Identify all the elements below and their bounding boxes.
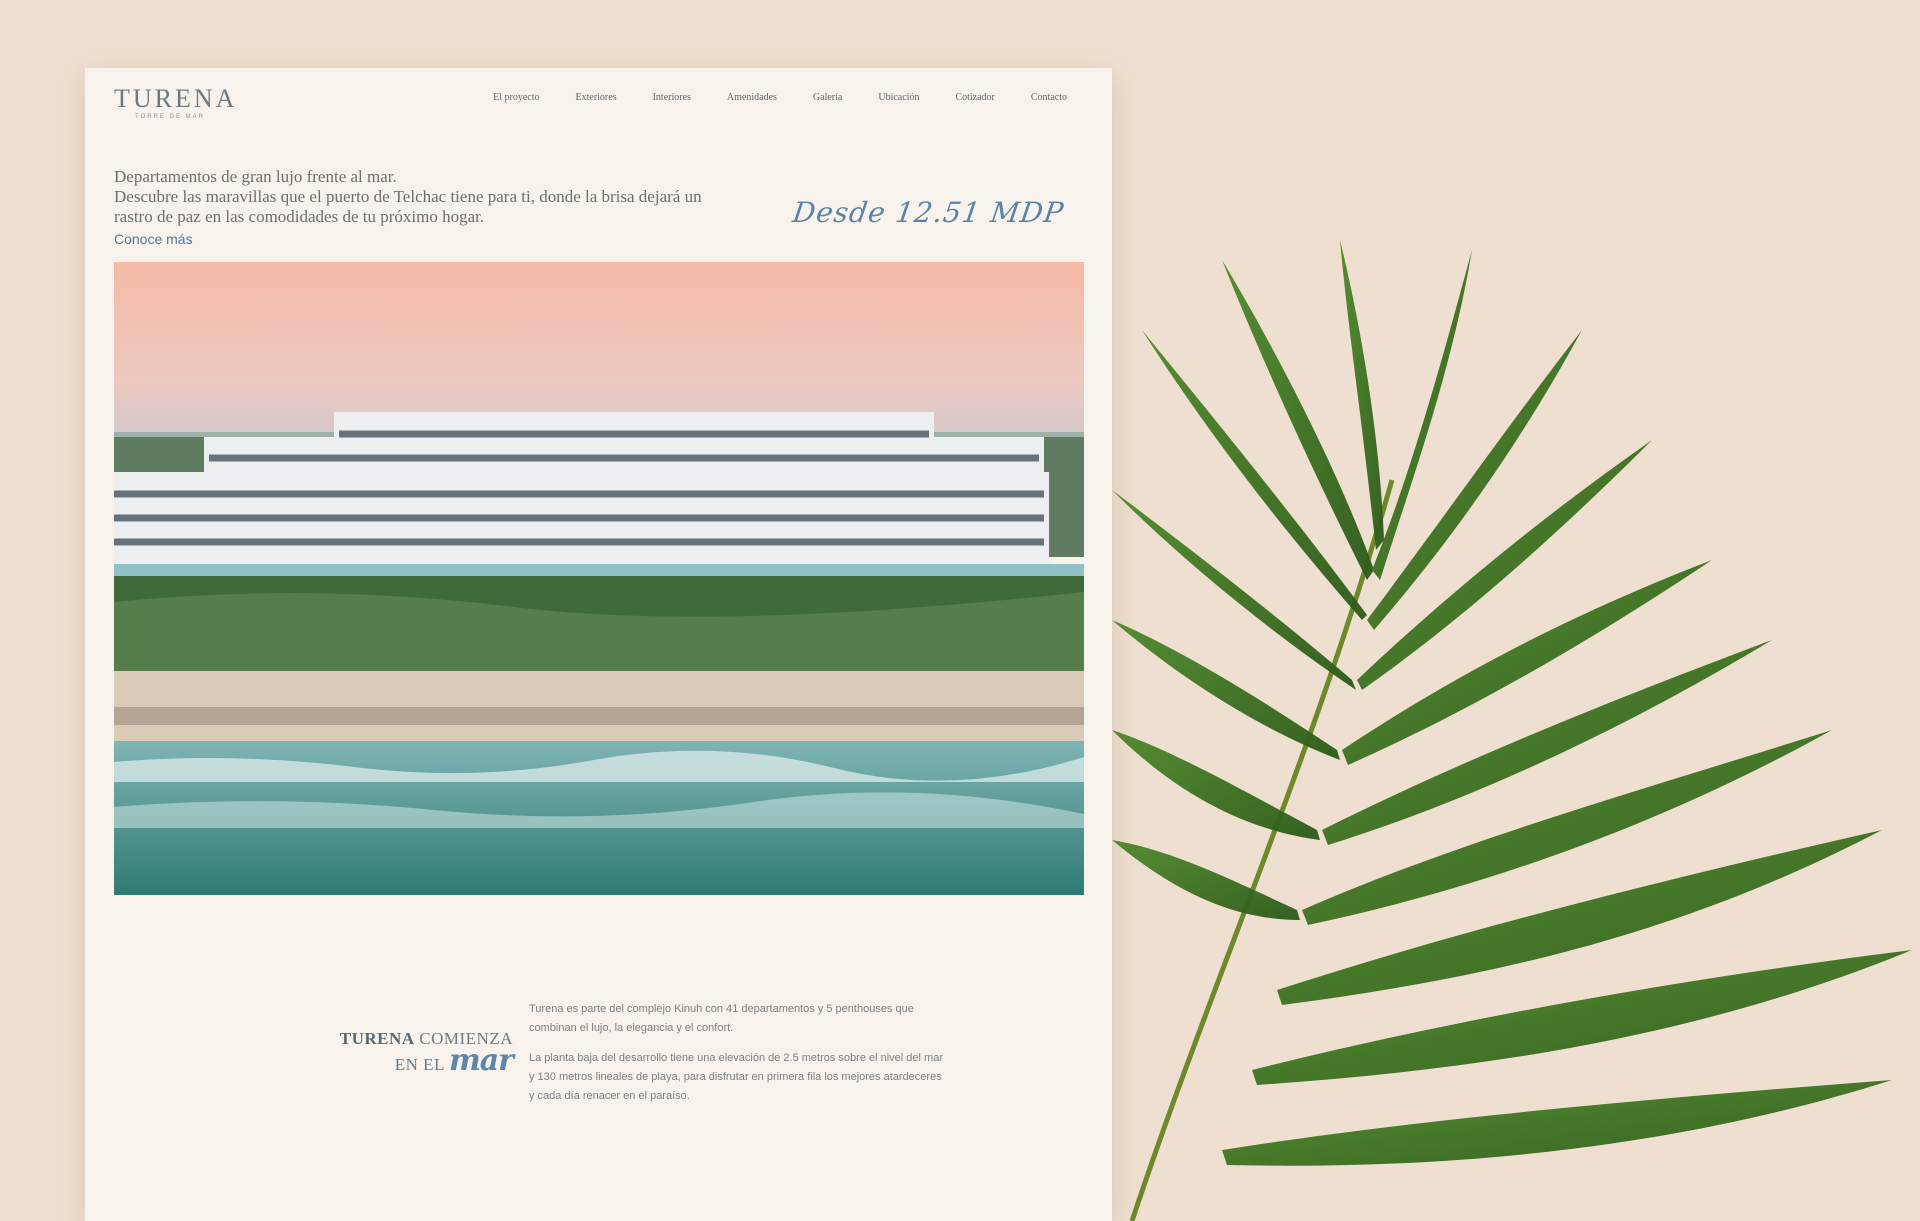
price-tag: Desde 12.51 MDP: [790, 196, 1067, 229]
section-title-script: mar: [449, 1043, 514, 1078]
section-body: Turena es parte del complejo Kinuh con 4…: [529, 1000, 949, 1106]
nav-item-cotizador[interactable]: Cotizador: [955, 92, 994, 103]
logo[interactable]: TURENA TORRE DE MAR: [114, 84, 238, 120]
section-paragraph-2: La planta baja del desarrollo tiene una …: [529, 1052, 943, 1102]
logo-wordmark: TURENA: [114, 84, 238, 113]
nav-item-amenidades[interactable]: Amenidades: [727, 92, 777, 103]
palm-leaf-decoration: [1112, 240, 1912, 1221]
section-title: TURENA COMIENZA EN EL mar: [285, 1028, 514, 1076]
main-nav: El proyecto Exteriores Interiores Amenid…: [457, 92, 1067, 103]
section-title-line2: EN EL mar: [285, 1046, 514, 1076]
intro-description: Descubre las maravillas que el puerto de…: [114, 187, 702, 226]
nav-item-contacto[interactable]: Contacto: [1031, 92, 1067, 103]
website-page: TURENA TORRE DE MAR El proyecto Exterior…: [85, 68, 1112, 1221]
nav-item-galeria[interactable]: Galería: [813, 92, 842, 103]
intro-text: Departamentos de gran lujo frente al mar…: [114, 167, 704, 227]
learn-more-link[interactable]: Conoce más: [114, 231, 193, 247]
section-title-prefix: EN EL: [394, 1055, 445, 1074]
nav-item-ubicacion[interactable]: Ubicación: [878, 92, 919, 103]
nav-item-interiores[interactable]: Interiores: [653, 92, 691, 103]
nav-item-exteriores[interactable]: Exteriores: [576, 92, 617, 103]
section-paragraph-1: Turena es parte del complejo Kinuh con 4…: [529, 1003, 914, 1034]
hero-image: [114, 262, 1084, 895]
nav-item-el-proyecto[interactable]: El proyecto: [493, 92, 539, 103]
logo-tagline: TORRE DE MAR: [135, 114, 205, 120]
intro-headline: Departamentos de gran lujo frente al mar…: [114, 167, 397, 186]
section-title-brand: TURENA: [339, 1029, 415, 1048]
